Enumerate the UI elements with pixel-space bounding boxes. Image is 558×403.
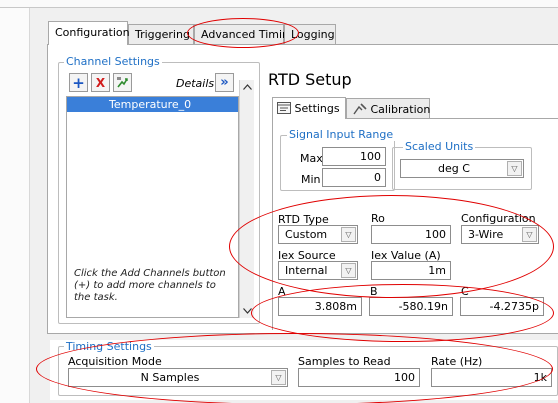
tab-configuration[interactable]: Configuration (48, 21, 130, 45)
plus-icon: + (72, 73, 85, 92)
channel-list-scrollbar[interactable] (239, 80, 254, 318)
tab-logging[interactable]: Logging (284, 24, 336, 44)
acquisition-mode-select[interactable]: N Samples ▽ (68, 368, 288, 387)
channel-options-icon (117, 77, 128, 88)
max-label: Max (300, 152, 323, 165)
chevron-down-icon[interactable]: ▽ (522, 227, 537, 242)
chevron-down-icon[interactable]: ▽ (507, 161, 522, 176)
tab-advanced-timing[interactable]: Advanced Timing (194, 24, 296, 44)
add-channels-hint: Click the Add Channels button (+) to add… (74, 268, 226, 303)
scroll-down-icon[interactable] (243, 308, 252, 314)
tab-label: Configuration (55, 26, 130, 39)
remove-channel-button[interactable]: X (91, 73, 110, 92)
iex-value-input[interactable]: 1m (371, 261, 451, 280)
coefficient-c-input[interactable]: -4.2735p (460, 297, 544, 316)
min-label: Min (301, 173, 321, 186)
channel-options-button[interactable] (113, 73, 132, 92)
signal-input-range-legend: Signal Input Range (287, 128, 396, 141)
scroll-up-icon[interactable] (243, 84, 252, 90)
rtd-setup-title: RTD Setup (268, 70, 352, 89)
subtab-calibration[interactable]: Calibration (346, 98, 430, 119)
max-input[interactable]: 100 (322, 147, 386, 166)
select-value: Custom (285, 228, 328, 241)
select-value: N Samples (140, 371, 200, 384)
details-toggle-button[interactable]: » (215, 73, 234, 92)
samples-to-read-label: Samples to Read (298, 355, 391, 368)
scaled-units-legend: Scaled Units (403, 140, 476, 153)
double-chevron-right-icon: » (220, 75, 229, 90)
tab-triggering[interactable]: Triggering (128, 24, 194, 44)
configuration-select[interactable]: 3-Wire ▽ (461, 225, 539, 244)
calibration-icon (353, 103, 367, 115)
ro-label: Ro (371, 212, 385, 225)
samples-to-read-input[interactable]: 100 (298, 368, 420, 387)
select-value: Internal (285, 264, 328, 277)
tab-label: Advanced Timing (201, 28, 296, 41)
add-channel-button[interactable]: + (69, 73, 88, 92)
left-edge (0, 8, 30, 403)
chevron-down-icon[interactable]: ▽ (341, 263, 356, 278)
rtd-type-select[interactable]: Custom ▽ (278, 225, 358, 244)
channel-settings-legend: Channel Settings (64, 55, 162, 68)
details-label: Details (176, 77, 215, 90)
acquisition-mode-label: Acquisition Mode (68, 355, 162, 368)
tab-label: Triggering (135, 28, 190, 41)
rate-input[interactable]: 1k (431, 368, 552, 387)
scaled-units-select[interactable]: deg C ▽ (400, 159, 524, 178)
subtab-label: Calibration (370, 103, 431, 116)
ro-input[interactable]: 100 (371, 225, 451, 244)
select-value: 3-Wire (468, 228, 504, 241)
tab-label: Logging (291, 28, 335, 41)
x-icon: X (95, 75, 106, 90)
chevron-down-icon[interactable]: ▽ (341, 227, 356, 242)
coefficient-a-input[interactable]: 3.808m (278, 297, 362, 316)
list-item[interactable]: Temperature_0 (67, 97, 238, 112)
rate-label: Rate (Hz) (431, 355, 483, 368)
subtab-label: Settings (294, 102, 340, 115)
min-input[interactable]: 0 (322, 168, 386, 187)
settings-icon (277, 102, 291, 114)
iex-source-select[interactable]: Internal ▽ (278, 261, 358, 280)
select-value: deg C (438, 162, 470, 175)
configuration-label: Configuration (461, 212, 536, 225)
coefficient-b-input[interactable]: -580.19n (369, 297, 453, 316)
timing-settings-legend: Timing Settings (64, 340, 154, 353)
chevron-down-icon[interactable]: ▽ (271, 370, 286, 385)
subtab-settings[interactable]: Settings (272, 97, 346, 119)
window-top-edge (0, 0, 558, 8)
